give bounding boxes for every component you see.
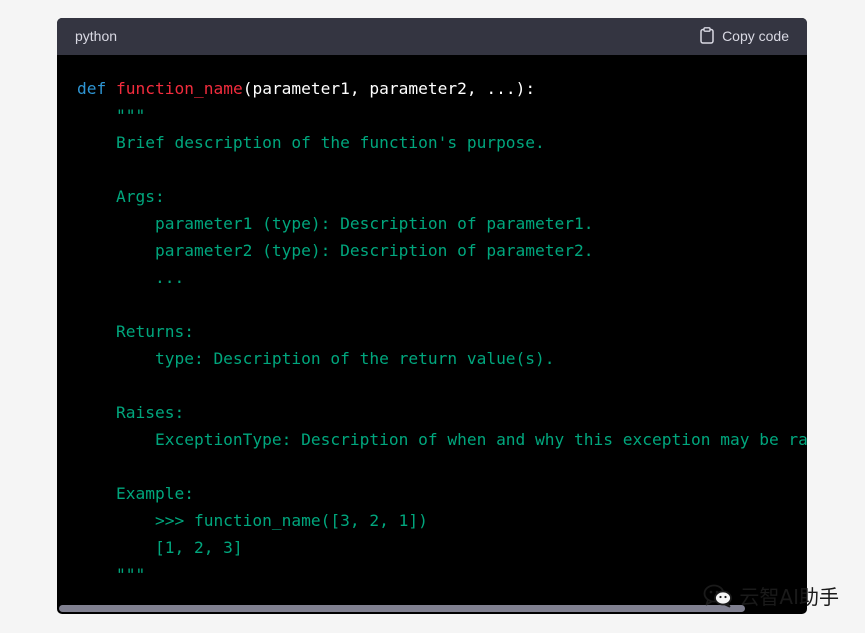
watermark-text: 云智AI助手 xyxy=(739,585,839,609)
docstring: """ Brief description of the function's … xyxy=(115,106,807,584)
code-block: python Copy code def function_name(param… xyxy=(57,18,807,614)
clipboard-icon xyxy=(700,27,714,44)
code-header: python Copy code xyxy=(57,18,807,55)
function-name: function_name xyxy=(116,79,243,98)
copy-code-label: Copy code xyxy=(722,27,789,44)
horizontal-scrollbar[interactable] xyxy=(59,605,745,612)
watermark: 云智AI助手 xyxy=(703,581,839,610)
code-text: def function_name(parameter1, parameter2… xyxy=(77,75,807,588)
wechat-icon xyxy=(703,584,733,608)
language-label: python xyxy=(75,28,118,44)
copy-code-button[interactable]: Copy code xyxy=(700,27,789,44)
code-content: def function_name(parameter1, parameter2… xyxy=(57,55,807,605)
function-params: (parameter1, parameter2, ...): xyxy=(242,79,536,98)
def-keyword: def xyxy=(77,79,107,98)
